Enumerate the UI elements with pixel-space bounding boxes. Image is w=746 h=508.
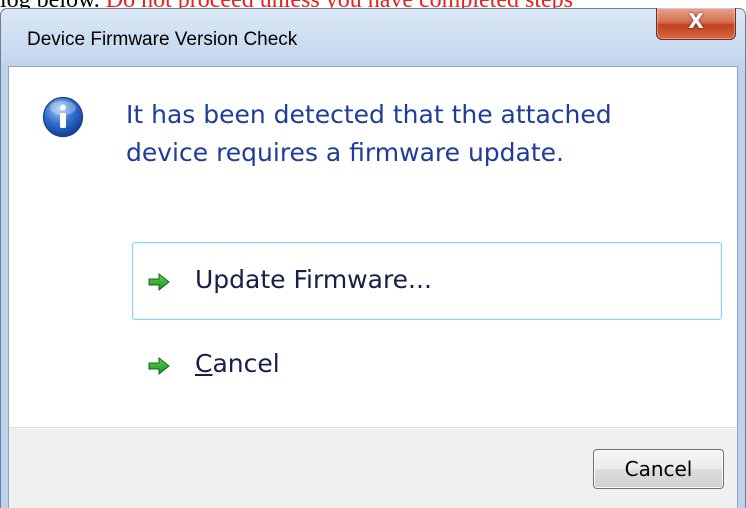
dialog-footer: Cancel: [9, 427, 737, 508]
close-icon: X: [688, 9, 704, 33]
cancel-button[interactable]: Cancel: [593, 449, 724, 489]
title-bar[interactable]: Device Firmware Version Check X: [1, 8, 745, 69]
dialog-window: Device Firmware Version Check X It has b…: [0, 8, 746, 508]
info-icon: [42, 96, 84, 138]
green-arrow-icon: [148, 272, 170, 292]
cancel-label-rest: ancel: [212, 349, 280, 378]
dialog-message: It has been detected that the attached d…: [126, 96, 686, 172]
cancel-command-label: Cancel: [195, 349, 280, 378]
cancel-command[interactable]: Cancel: [132, 326, 722, 404]
update-firmware-command[interactable]: Update Firmware...: [132, 242, 722, 320]
message-line-2: device requires a firmware update.: [126, 138, 564, 167]
update-firmware-label: Update Firmware...: [195, 265, 432, 294]
cancel-accelerator: C: [195, 349, 213, 378]
green-arrow-icon: [148, 356, 170, 376]
message-line-1: It has been detected that the attached: [126, 100, 612, 129]
dialog-content: It has been detected that the attached d…: [8, 66, 738, 508]
window-title: Device Firmware Version Check: [27, 29, 298, 50]
close-button[interactable]: X: [656, 8, 736, 40]
